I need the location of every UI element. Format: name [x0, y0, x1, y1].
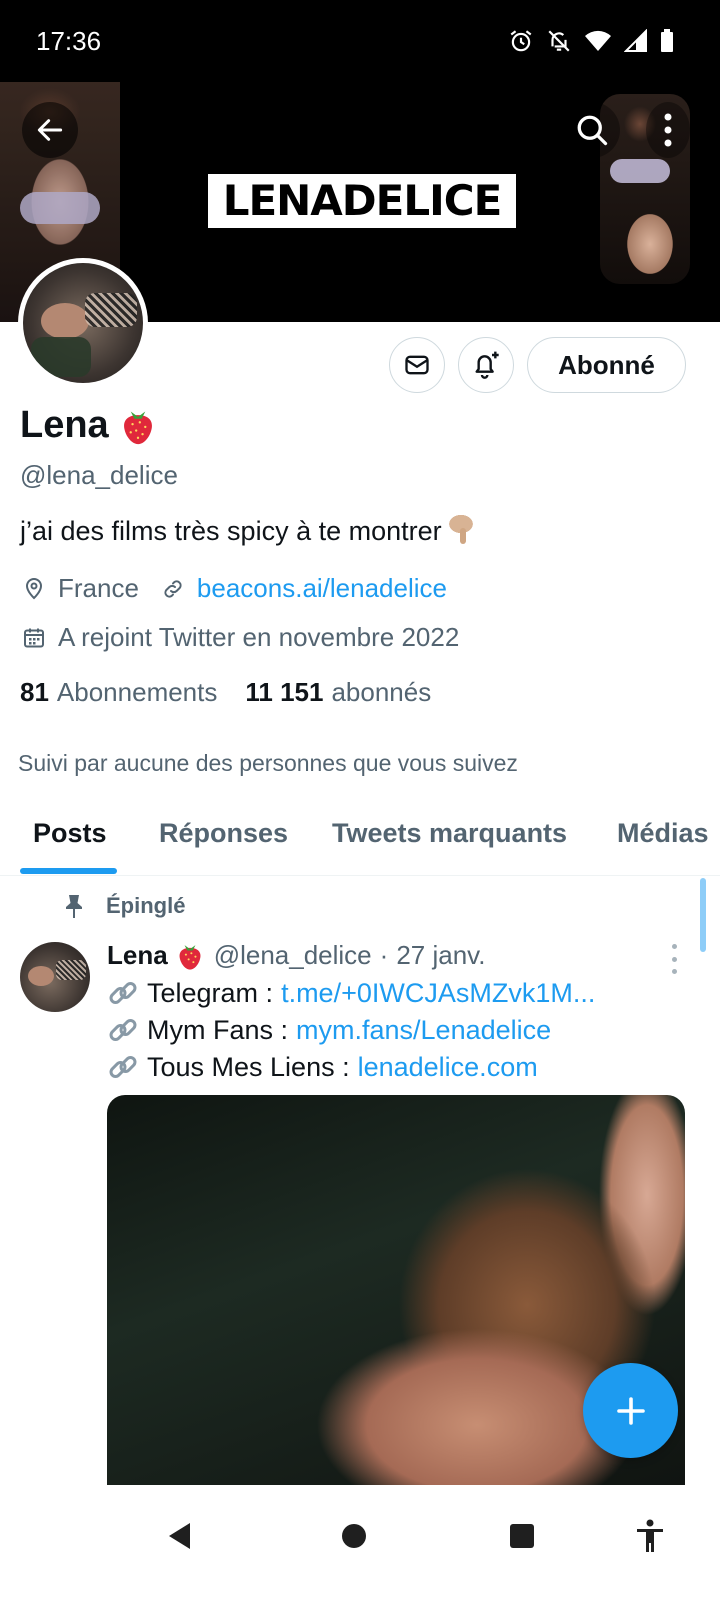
envelope-icon: [405, 355, 429, 375]
post-author-handle: @lena_delice: [213, 940, 372, 970]
scrollbar[interactable]: [700, 878, 706, 952]
post-line-all-links: Tous Mes Liens : lenadelice.com: [107, 1051, 538, 1083]
pointing-down-emoji-icon: [447, 514, 474, 544]
tab-highlights[interactable]: Tweets marquants: [332, 818, 567, 849]
following-count: 81: [20, 677, 49, 707]
pin-icon: [66, 895, 82, 918]
status-time: 17:36: [36, 26, 102, 56]
post-line-telegram: Telegram : t.me/+0IWCJAsMZvk1M...: [107, 977, 595, 1009]
nav-home-button[interactable]: [326, 1508, 382, 1564]
notifications-button[interactable]: [458, 337, 514, 393]
bio-text: j’ai des films très spicy à te montrer: [20, 516, 442, 546]
battery-icon: [661, 29, 673, 52]
home-circle-icon: [342, 1524, 366, 1548]
website-link[interactable]: beacons.ai/lenadelice: [197, 573, 447, 604]
following-stat[interactable]: 81 Abonnements: [20, 677, 217, 708]
compose-button[interactable]: [583, 1363, 678, 1458]
status-icons: [508, 28, 674, 54]
profile-bio: j’ai des films très spicy à te montrer: [20, 514, 474, 547]
mym-link[interactable]: mym.fans/Lenadelice: [296, 1015, 551, 1046]
status-bar: 17:36: [0, 0, 720, 82]
chain-link-icon: [109, 982, 137, 1004]
back-triangle-icon: [169, 1523, 190, 1549]
bell-plus-icon: [475, 351, 499, 379]
alarm-icon: [510, 30, 532, 52]
back-arrow-icon: [37, 119, 63, 141]
following-button[interactable]: Abonné: [527, 337, 686, 393]
post-author-name[interactable]: Lena: [107, 940, 168, 971]
nav-accessibility-button[interactable]: [622, 1508, 678, 1564]
more-vertical-icon: [664, 113, 672, 147]
post-header: Lena @lena_delice · 27 janv.: [107, 940, 485, 971]
search-button[interactable]: [564, 102, 620, 158]
joined-text: A rejoint Twitter en novembre 2022: [58, 622, 460, 652]
recents-square-icon: [510, 1524, 534, 1548]
strawberry-icon: [179, 944, 201, 970]
system-nav-bar: [0, 1486, 720, 1600]
profile-avatar[interactable]: [18, 258, 148, 388]
post-date[interactable]: 27 janv.: [396, 940, 485, 971]
chain-link-icon: [109, 1056, 137, 1078]
avatar-image: [23, 263, 143, 383]
telegram-link[interactable]: t.me/+0IWCJAsMZvk1M...: [281, 978, 595, 1009]
nav-back-button[interactable]: [152, 1508, 208, 1564]
wifi-icon: [585, 30, 611, 51]
back-button[interactable]: [22, 102, 78, 158]
profile-meta-joined: A rejoint Twitter en novembre 2022: [20, 622, 459, 653]
tab-replies[interactable]: Réponses: [159, 818, 288, 849]
profile-handle: @lena_delice: [20, 460, 178, 490]
display-name: Lena: [20, 404, 157, 447]
message-button[interactable]: [389, 337, 445, 393]
post-author-avatar[interactable]: [20, 942, 90, 1012]
signal-icon: [624, 29, 647, 52]
accessibility-icon: [637, 1519, 663, 1552]
plus-icon: [616, 1396, 645, 1425]
display-name-text: Lena: [20, 404, 109, 446]
follow-stats: 81 Abonnements 11 151 abonnés: [20, 677, 431, 708]
profile-tabs: Posts Réponses Tweets marquants Médias: [0, 798, 720, 876]
strawberry-icon: [123, 410, 152, 444]
notifications-off-icon: [548, 30, 570, 52]
calendar-icon: [20, 624, 48, 652]
pinned-label: Épinglé: [106, 893, 186, 918]
post-line-mym: Mym Fans : mym.fans/Lenadelice: [107, 1014, 551, 1046]
all-links-link[interactable]: lenadelice.com: [358, 1052, 538, 1083]
profile-meta-location: France beacons.ai/lenadelice: [20, 573, 447, 604]
more-options-button[interactable]: [646, 102, 690, 158]
active-tab-indicator: [20, 868, 117, 874]
location-pin-icon: [20, 575, 48, 603]
pinned-indicator: Épinglé: [62, 893, 185, 919]
followers-stat[interactable]: 11 151 abonnés: [245, 677, 431, 708]
link-icon: [159, 575, 187, 603]
telegram-label: Telegram :: [147, 977, 274, 1008]
all-links-label: Tous Mes Liens :: [147, 1051, 350, 1082]
location-text: France: [58, 573, 139, 603]
banner-logo: LENADELICE: [208, 174, 516, 228]
tab-posts[interactable]: Posts: [33, 818, 107, 849]
followed-by-text: Suivi par aucune des personnes que vous …: [18, 750, 518, 776]
followers-count: 11 151: [245, 677, 324, 707]
search-icon: [577, 115, 608, 146]
mym-label: Mym Fans :: [147, 1014, 289, 1045]
followers-label: abonnés: [331, 677, 432, 707]
following-label: Abonnements: [56, 677, 218, 707]
post-more-button[interactable]: [664, 944, 684, 974]
nav-recents-button[interactable]: [494, 1508, 550, 1564]
tab-media[interactable]: Médias: [617, 818, 709, 849]
post-separator: ·: [379, 940, 389, 970]
chain-link-icon: [109, 1019, 137, 1041]
